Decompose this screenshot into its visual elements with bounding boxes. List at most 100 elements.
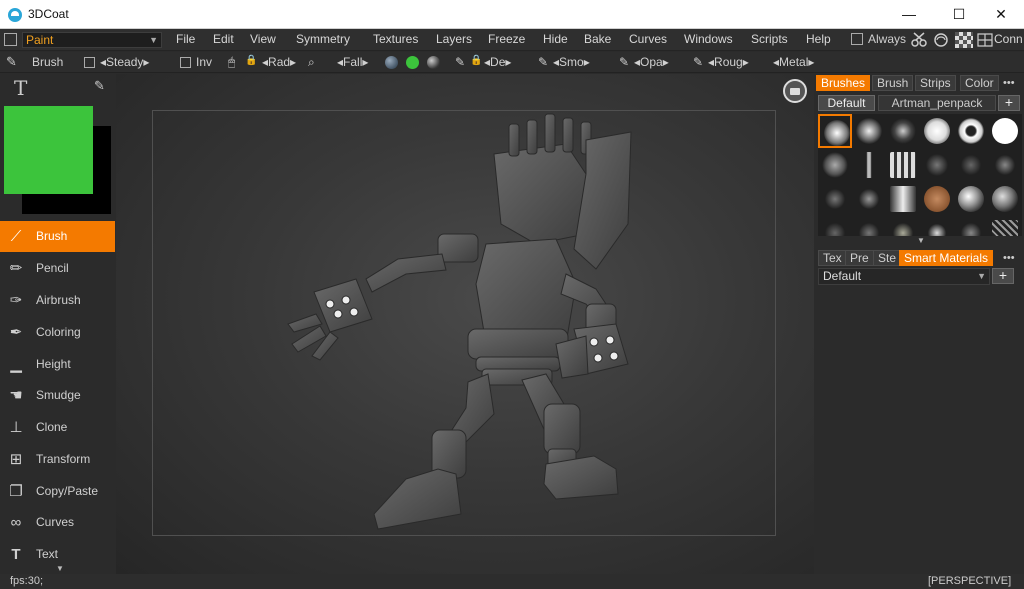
maximize-button[interactable]: ☐ xyxy=(936,0,982,29)
steady-slider[interactable]: ◂Steady▸ xyxy=(100,55,149,69)
menu-hide[interactable]: Hide xyxy=(543,32,568,46)
radius-slider[interactable]: ◂Rad▸ xyxy=(262,55,296,69)
smart-materials-select[interactable]: Default ▼ xyxy=(818,268,990,285)
brush-thumb[interactable] xyxy=(988,182,1022,216)
brush-thumb[interactable] xyxy=(954,182,988,216)
tab-strips[interactable]: Strips xyxy=(915,75,956,91)
menu-curves[interactable]: Curves xyxy=(629,32,667,46)
brush-thumb[interactable] xyxy=(920,148,954,182)
brush-thumb[interactable] xyxy=(988,148,1022,182)
add-preset-button[interactable]: + xyxy=(998,95,1020,111)
room-select[interactable]: Paint ▼ xyxy=(22,32,162,48)
brush-thumb[interactable] xyxy=(818,114,852,148)
depth-lock-icon[interactable]: 🔒 xyxy=(470,55,482,66)
tab-color[interactable]: Color xyxy=(960,75,999,91)
menu-symmetry[interactable]: Symmetry xyxy=(296,32,350,46)
checker-icon[interactable] xyxy=(955,32,973,48)
tab-pre[interactable]: Pre xyxy=(845,250,874,266)
brush-thumb[interactable] xyxy=(886,114,920,148)
tool-coloring[interactable]: ✒ Coloring xyxy=(0,317,115,348)
brush-thumb[interactable] xyxy=(886,216,920,236)
brush-thumb[interactable] xyxy=(818,216,852,236)
brush-thumb[interactable] xyxy=(954,216,988,236)
3d-viewport[interactable] xyxy=(116,74,814,574)
brush-thumb[interactable] xyxy=(886,148,920,182)
add-material-button[interactable]: + xyxy=(992,268,1014,284)
tool-airbrush[interactable]: ✑ Airbrush xyxy=(0,285,115,316)
roughness-slider[interactable]: ◂Roug▸ xyxy=(708,55,749,69)
color-swatch[interactable] xyxy=(406,56,419,69)
brush-thumb[interactable] xyxy=(954,148,988,182)
brush-grid-scroll-icon[interactable]: ▼ xyxy=(917,236,925,245)
brush-thumb[interactable] xyxy=(920,114,954,148)
tool-clone[interactable]: ⊥ Clone xyxy=(0,412,115,443)
steady-checkbox[interactable] xyxy=(84,57,95,68)
menu-windows[interactable]: Windows xyxy=(684,32,733,46)
lock-icon[interactable]: 🔒 xyxy=(245,55,257,66)
opacity-slider[interactable]: ◂Opa▸ xyxy=(634,55,669,69)
brush-thumb[interactable] xyxy=(886,182,920,216)
brush-thumb[interactable] xyxy=(988,114,1022,148)
preset-default-tab[interactable]: Default xyxy=(818,95,875,111)
metal-slider[interactable]: ◂Metal▸ xyxy=(773,55,814,69)
brush-thumb[interactable] xyxy=(920,182,954,216)
falloff-icon[interactable]: ⌕ xyxy=(308,55,315,70)
room-icon[interactable] xyxy=(4,33,17,46)
brush-thumb[interactable] xyxy=(852,182,886,216)
material-sphere-icon[interactable] xyxy=(385,56,398,69)
tab-brushes[interactable]: Brushes xyxy=(816,75,871,91)
tool-curves[interactable]: ∞ Curves xyxy=(0,507,115,538)
tool-transform[interactable]: ⊞ Transform xyxy=(0,444,115,475)
brush-thumb[interactable] xyxy=(852,216,886,236)
tab-brush[interactable]: Brush xyxy=(872,75,914,91)
conn-label[interactable]: Conn xyxy=(994,32,1023,46)
projection-mode[interactable]: [PERSPECTIVE] xyxy=(928,575,1011,587)
menu-edit[interactable]: Edit xyxy=(213,32,234,46)
tab-ste[interactable]: Ste xyxy=(873,250,902,266)
menu-textures[interactable]: Textures xyxy=(373,32,418,46)
menu-file[interactable]: File xyxy=(176,32,195,46)
tool-airbrush-label: Airbrush xyxy=(36,293,81,307)
tool-copy-paste[interactable]: ❐ Copy/Paste xyxy=(0,476,115,507)
inv-checkbox[interactable] xyxy=(180,57,191,68)
tool-pencil[interactable]: ✏ Pencil xyxy=(0,253,115,284)
brushes-more-icon[interactable]: ••• xyxy=(1003,77,1015,89)
falloff-slider[interactable]: ◂Fall▸ xyxy=(337,55,368,69)
grid-icon[interactable] xyxy=(976,32,994,48)
brush-thumb[interactable] xyxy=(954,114,988,148)
menu-bar: Paint ▼ File Edit View Symmetry Textures… xyxy=(0,29,1024,51)
menu-bake[interactable]: Bake xyxy=(584,32,611,46)
brush-thumb[interactable] xyxy=(818,182,852,216)
menu-help[interactable]: Help xyxy=(806,32,831,46)
brush-thumb[interactable] xyxy=(852,148,886,182)
picker-pencil-icon[interactable]: ✎ xyxy=(94,78,105,94)
tab-smart-materials[interactable]: Smart Materials xyxy=(899,250,994,266)
smooth-slider[interactable]: ◂Smo▸ xyxy=(553,55,590,69)
brush-thumb[interactable] xyxy=(818,148,852,182)
tool-height[interactable]: ▁ Height xyxy=(0,349,115,380)
menu-freeze[interactable]: Freeze xyxy=(488,32,525,46)
preset-artman-tab[interactable]: Artman_penpack xyxy=(878,95,996,111)
menu-layers[interactable]: Layers xyxy=(436,32,472,46)
brush-thumb[interactable] xyxy=(852,114,886,148)
scroll-down-icon[interactable]: ▼ xyxy=(56,564,64,573)
minimize-button[interactable]: — xyxy=(886,0,932,29)
close-button[interactable]: ✕ xyxy=(978,0,1024,29)
robot-model[interactable] xyxy=(116,74,814,574)
primary-color-swatch[interactable] xyxy=(4,106,93,194)
text-tool-icon[interactable]: T xyxy=(14,76,27,100)
menu-view[interactable]: View xyxy=(250,32,276,46)
specular-sphere-icon[interactable] xyxy=(427,56,440,69)
always-label: Always xyxy=(868,32,907,46)
sphere-spiral-icon[interactable] xyxy=(932,32,950,48)
depth-slider[interactable]: ◂De▸ xyxy=(484,55,511,69)
tab-tex[interactable]: Tex xyxy=(818,250,847,266)
brush-thumb[interactable] xyxy=(988,216,1022,236)
tool-smudge[interactable]: ☚ Smudge xyxy=(0,380,115,411)
menu-scripts[interactable]: Scripts xyxy=(751,32,788,46)
always-checkbox[interactable] xyxy=(851,33,863,45)
brush-thumb[interactable] xyxy=(920,216,954,236)
tool-brush[interactable]: ⟋ Brush xyxy=(0,221,115,252)
materials-more-icon[interactable]: ••• xyxy=(1003,252,1015,264)
scissors-icon[interactable] xyxy=(910,32,928,48)
